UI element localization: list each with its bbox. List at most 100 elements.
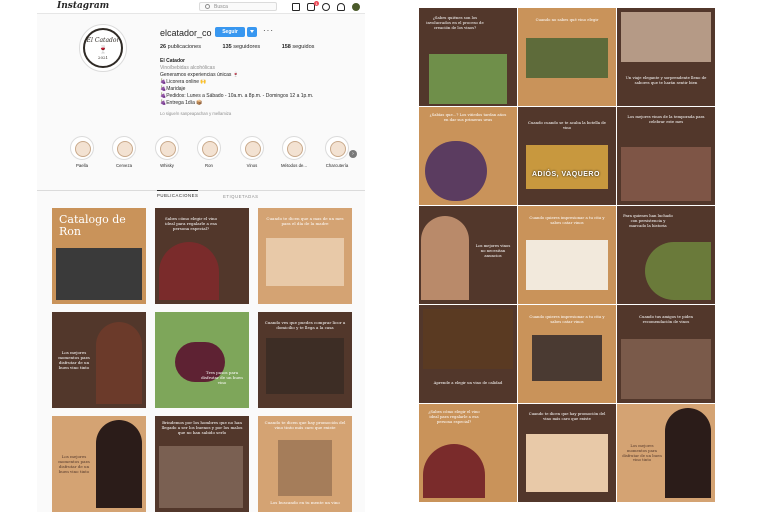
post-photo [96, 322, 142, 404]
feed-caption: Cuando cuando se te acaba la botella de … [528, 120, 606, 130]
post-tile[interactable]: Los mejores momentos para disfrutar de u… [52, 416, 146, 512]
post-photo [266, 338, 344, 394]
feed-photo [621, 147, 711, 201]
explore-icon[interactable] [322, 3, 330, 11]
following-count[interactable]: 158 seguidos [282, 44, 325, 50]
post-tile[interactable]: Cuando ves que puedes comprar licor a do… [258, 312, 352, 408]
post-caption: Tres pasos para disfrutar de un buen vin… [201, 370, 243, 385]
chevron-right-icon[interactable]: › [349, 150, 357, 158]
more-options-button[interactable]: ··· [263, 26, 274, 35]
beer-icon [112, 136, 136, 160]
feed-tile: Los mejores vinos no necesitan anuncios [419, 206, 517, 304]
post-tile[interactable]: Cuando te dicen que hay promoción del vi… [258, 416, 352, 512]
feed-photo [621, 339, 711, 399]
highlight-metodos[interactable]: Métodos de... [279, 136, 309, 168]
post-photo [266, 238, 344, 286]
post-tile[interactable]: Catalogo de Ron [52, 208, 146, 304]
post-photo [278, 440, 332, 496]
screenshot-canvas: Instagram Busca 1 El Catador 🍷 2021 elca… [0, 0, 768, 512]
feed-tile: ¿Sabes cómo elegir el vino ideal para re… [419, 404, 517, 502]
post-caption: Cuando ves que puedes comprar licor a do… [264, 320, 346, 330]
feed-photo [526, 240, 608, 290]
feed-photo [429, 54, 507, 104]
profile-bio: El Catador Vino/bebidas alcohólicas Gene… [160, 58, 360, 117]
profile-avatar-icon[interactable] [352, 3, 360, 11]
feed-caption: Cuando quieres impresionar a tu cita y s… [529, 314, 605, 324]
feed-caption: Cuando quieres impresionar a tu cita y s… [529, 215, 605, 225]
feed-photo [526, 38, 608, 78]
post-tile[interactable]: Cuando te dicen que a mas de un mes para… [258, 208, 352, 304]
post-photo [96, 420, 142, 508]
feed-caption: Cuando te dicen que hay promoción del vi… [528, 411, 606, 421]
post-caption: Los mejores momentos para disfrutar de u… [58, 350, 90, 370]
feed-tile: Un viaje elegante y sorprendente lleno d… [617, 8, 715, 106]
feed-tile: ¿Sabes quiénes son los involucrados en e… [419, 8, 517, 106]
highlight-charcuteria[interactable]: Charcutería [322, 136, 352, 168]
feed-photo [421, 216, 469, 300]
tab-publicaciones[interactable]: PUBLICACIONES [157, 190, 199, 198]
instagram-logo[interactable]: Instagram [57, 1, 109, 11]
highlight-paella[interactable]: Paella [67, 136, 97, 168]
search-icon [205, 4, 210, 9]
follow-button[interactable]: Seguir [215, 27, 245, 37]
feed-photo [621, 12, 711, 62]
feed-caption: Los mejores vinos de la temporada para c… [627, 114, 705, 124]
feed-photo [532, 335, 602, 381]
posts-count: 26 publicaciones [160, 44, 201, 50]
profile-picture[interactable]: El Catador 🍷 2021 [79, 24, 127, 72]
feed-caption: Aprende a elegir un vino de calidad [433, 380, 503, 385]
post-photo [159, 242, 219, 300]
logo-script: El Catador [86, 37, 120, 44]
post-tile[interactable]: Sabes cómo elegir el vino ideal para reg… [155, 208, 249, 304]
highlight-vinos[interactable]: Vinos [237, 136, 267, 168]
feed-tile: Para quienes han luchado con persistenci… [617, 206, 715, 304]
feed-photo [665, 408, 711, 498]
feed-caption: ¿Sabes quiénes son los involucrados en e… [426, 15, 484, 30]
post-tile[interactable]: Brindemos por los hombres que no han lle… [155, 416, 249, 512]
instagram-profile: Instagram Busca 1 El Catador 🍷 2021 elca… [37, 0, 365, 512]
highlight-whisky[interactable]: Whisky [152, 136, 182, 168]
bio-line: Generamos experiencias únicas 🍷 [160, 72, 240, 78]
feed-tile: Los mejores momentos para disfrutar de u… [617, 404, 715, 502]
feed-preview-grid: ¿Sabes quiénes son los involucrados en e… [419, 8, 715, 502]
feed-tile: Cuando tus amigos te piden recomendación… [617, 305, 715, 403]
followed-by[interactable]: Lo sigue/n sanpeapachan y mellamiza [160, 110, 360, 117]
home-icon[interactable] [292, 3, 300, 11]
search-input[interactable]: Busca [199, 2, 277, 11]
profile-tabs: PUBLICACIONES ETIQUETADAS [37, 190, 365, 204]
profile-username: elcatador_co [160, 28, 212, 38]
paella-icon [70, 136, 94, 160]
feed-caption: Cuando tus amigos te piden recomendación… [639, 314, 693, 324]
post-caption: Brindemos por los hombres que no han lle… [161, 420, 243, 435]
post-caption: Los buscando en tu mente un vino [270, 500, 340, 505]
el-catador-logo: El Catador 🍷 2021 [83, 28, 123, 68]
post-tile[interactable]: Tres pasos para disfrutar de un buen vin… [155, 312, 249, 408]
post-caption: Cuando te dicen que hay promoción del vi… [264, 420, 346, 430]
suggested-dropdown-button[interactable] [247, 27, 257, 37]
post-photo [159, 446, 243, 508]
post-tile[interactable]: Los mejores momentos para disfrutar de u… [52, 312, 146, 408]
story-highlights: Paella Cerveza Whisky Ron Vinos Métodos … [67, 136, 365, 176]
methods-icon [282, 136, 306, 160]
profile-stats: 26 publicaciones 135 seguidores 158 segu… [160, 44, 334, 50]
feed-caption: Los mejores vinos no necesitan anuncios [475, 243, 511, 258]
post-title: Catalogo de Ron [59, 213, 126, 238]
post-photo [56, 248, 142, 300]
bio-line: 🍇Licorera online 🙌 [160, 79, 207, 85]
posts-grid: Catalogo de Ron Sabes cómo elegir el vin… [52, 208, 352, 512]
feed-caption: Cuando no sabes qué vino elegir [535, 17, 599, 22]
wine-glass-icon: 🍷 [98, 45, 108, 54]
highlight-cerveza[interactable]: Cerveza [109, 136, 139, 168]
heart-icon[interactable] [337, 3, 345, 11]
post-caption: Los mejores momentos para disfrutar de u… [58, 454, 90, 474]
bio-name: El Catador [160, 58, 186, 64]
highlight-ron[interactable]: Ron [194, 136, 224, 168]
followers-count[interactable]: 135 seguidores [223, 44, 271, 50]
charcuterie-icon [325, 136, 349, 160]
bio-category: Vino/bebidas alcohólicas [160, 65, 215, 71]
notification-badge: 1 [314, 1, 319, 6]
feed-photo [645, 242, 711, 300]
tab-etiquetadas[interactable]: ETIQUETADAS [223, 194, 259, 199]
feed-photo [526, 145, 608, 189]
feed-tile: Cuando quieres impresionar a tu cita y s… [518, 305, 616, 403]
